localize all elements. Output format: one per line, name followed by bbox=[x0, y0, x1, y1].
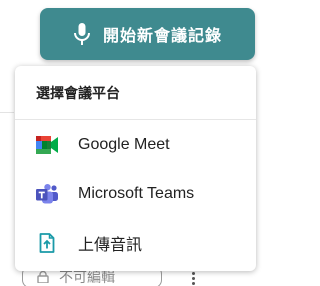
start-new-meeting-button[interactable]: 開始新會議記錄 bbox=[40, 8, 255, 60]
platform-menu: 選擇會議平台 Google Meet Microsoft Teams 上傳音訊 bbox=[15, 66, 256, 271]
lock-icon bbox=[37, 271, 49, 283]
microphone-icon bbox=[73, 23, 91, 45]
more-options-icon[interactable] bbox=[190, 272, 196, 286]
menu-item-google-meet[interactable]: Google Meet bbox=[15, 120, 256, 169]
menu-item-upload-audio[interactable]: 上傳音訊 bbox=[15, 218, 256, 267]
microsoft-teams-label: Microsoft Teams bbox=[78, 184, 195, 202]
upload-audio-label: 上傳音訊 bbox=[78, 236, 143, 254]
start-new-meeting-label: 開始新會議記錄 bbox=[102, 28, 222, 45]
background-divider bbox=[0, 112, 14, 113]
google-meet-icon bbox=[36, 134, 58, 156]
microsoft-teams-icon bbox=[36, 183, 58, 205]
menu-item-microsoft-teams[interactable]: Microsoft Teams bbox=[15, 169, 256, 218]
menu-header: 選擇會議平台 bbox=[15, 66, 256, 120]
upload-file-icon bbox=[36, 232, 58, 254]
google-meet-label: Google Meet bbox=[78, 135, 170, 153]
